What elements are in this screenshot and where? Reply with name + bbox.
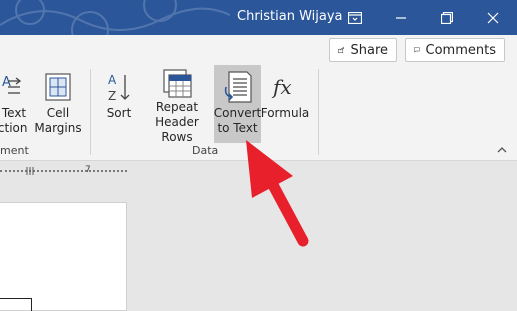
ribbon-layout-tab: A Text ection Cell Margins ment A Z	[0, 65, 517, 161]
close-icon	[487, 12, 499, 23]
formula-label: Formula	[260, 106, 310, 120]
text-direction-button[interactable]: A Text ection	[0, 65, 28, 143]
repeat-header-rows-icon	[163, 69, 192, 98]
group-separator	[318, 69, 319, 155]
text-direction-label-line1: Text	[1, 106, 27, 120]
convert-to-text-icon	[224, 71, 252, 103]
text-direction-icon: A	[2, 75, 22, 94]
alignment-group-label: ment	[0, 144, 29, 157]
svg-text:A: A	[108, 73, 117, 87]
collaboration-bar: Share Comments	[0, 35, 517, 65]
user-name[interactable]: Christian Wijaya	[237, 9, 343, 24]
table-cell[interactable]	[0, 298, 32, 311]
group-separator	[90, 69, 91, 155]
document-page[interactable]	[0, 202, 127, 311]
ruler-mark: 7	[85, 165, 91, 175]
column-marker-icon[interactable]	[26, 166, 34, 176]
comment-icon	[414, 47, 420, 53]
sort-label: Sort	[106, 106, 132, 120]
convert-to-text-label: Convert to Text	[213, 106, 262, 135]
cell-margins-label-line2: Margins	[34, 121, 82, 135]
cell-margins-label-line1: Cell	[46, 106, 70, 120]
collapse-ribbon-icon[interactable]	[497, 145, 507, 155]
ruler-ticks	[0, 170, 127, 172]
restore-button[interactable]	[424, 0, 470, 35]
repeat-header-rows-button[interactable]: Repeat Header Rows	[140, 65, 214, 144]
sort-button[interactable]: A Z Sort	[100, 65, 138, 143]
data-group-label: Data	[192, 144, 219, 157]
repeat-header-rows-label: Repeat Header Rows	[155, 100, 199, 144]
text-direction-label-line2: ection	[0, 121, 28, 135]
fx-icon: fx	[271, 75, 292, 99]
convert-to-text-button[interactable]: Convert to Text	[214, 65, 261, 143]
comments-label: Comments	[425, 42, 496, 58]
horizontal-ruler[interactable]: 7	[0, 165, 127, 177]
share-button[interactable]: Share	[329, 38, 397, 62]
close-button[interactable]	[470, 0, 516, 35]
ribbon-display-icon	[348, 11, 362, 24]
svg-text:fx: fx	[271, 75, 292, 99]
share-label: Share	[350, 42, 388, 58]
cell-margins-icon	[45, 73, 71, 101]
title-bar: Christian Wijaya	[0, 0, 517, 35]
cell-margins-button[interactable]: Cell Margins	[34, 65, 82, 143]
sort-az-icon: A Z	[108, 73, 130, 103]
ribbon-display-options-button[interactable]	[332, 0, 378, 35]
svg-text:A: A	[2, 75, 11, 90]
formula-button[interactable]: fx Formula	[260, 65, 310, 143]
restore-icon	[441, 11, 453, 24]
title-bar-pattern	[0, 0, 230, 35]
share-icon	[338, 46, 345, 54]
minimize-icon	[396, 16, 406, 19]
minimize-button[interactable]	[378, 0, 424, 35]
comments-button[interactable]: Comments	[405, 38, 505, 62]
svg-text:Z: Z	[108, 89, 116, 103]
